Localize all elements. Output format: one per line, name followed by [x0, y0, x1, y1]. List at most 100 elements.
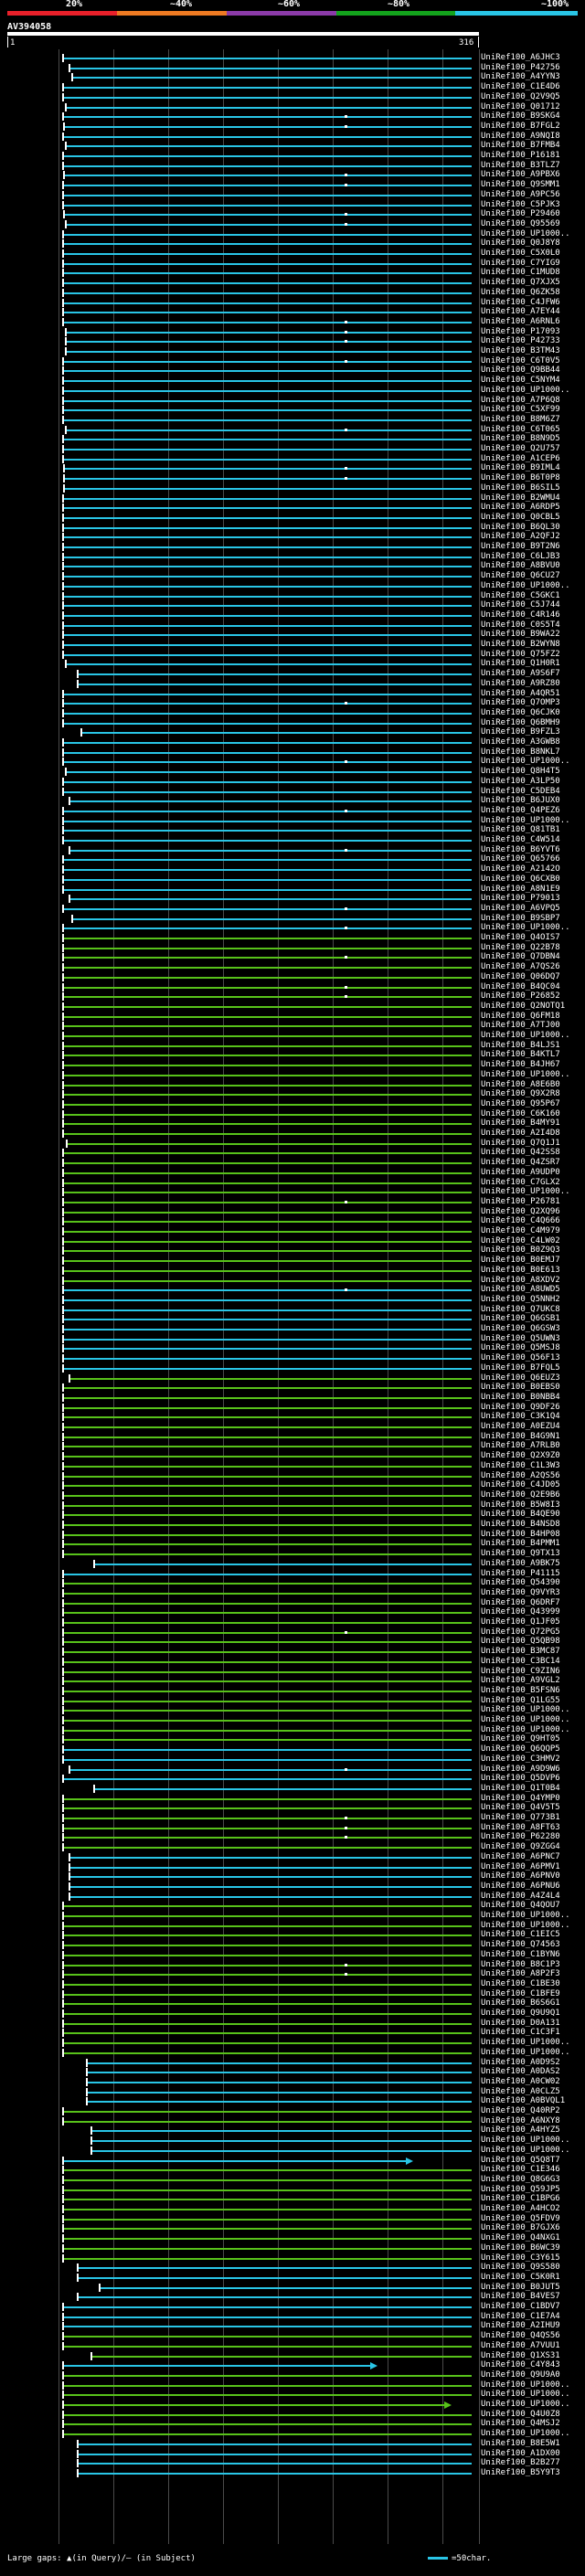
hit-label[interactable]: UniRef100_Q75FZ2	[481, 650, 560, 659]
hit-label[interactable]: UniRef100_UP1000..	[481, 1921, 570, 1930]
hit-alignment-line[interactable]	[64, 1465, 472, 1468]
hit-label[interactable]: UniRef100_C1E4D6	[481, 82, 560, 91]
hit-row[interactable]: UniRef100_Q59JP5	[0, 2185, 585, 2194]
hit-row[interactable]: UniRef100_UP1000..	[0, 386, 585, 395]
hit-label[interactable]: UniRef100_B4JH67	[481, 1060, 560, 1069]
hit-label[interactable]: UniRef100_C6T0V5	[481, 356, 560, 366]
hit-label[interactable]: UniRef100_B0NBB4	[481, 1393, 560, 1402]
hit-row[interactable]: UniRef100_Q43999	[0, 1607, 585, 1617]
hit-alignment-line[interactable]	[66, 331, 472, 334]
hit-label[interactable]: UniRef100_Q5NNH2	[481, 1295, 560, 1304]
hit-alignment-line[interactable]	[70, 800, 472, 803]
hit-row[interactable]: UniRef100_UP1000..	[0, 581, 585, 590]
hit-label[interactable]: UniRef100_A3LP50	[481, 777, 560, 786]
hit-row[interactable]: UniRef100_UP1000..	[0, 2136, 585, 2146]
hit-alignment-line[interactable]	[64, 2433, 472, 2436]
hit-label[interactable]: UniRef100_Q95P67	[481, 1099, 560, 1108]
hit-row[interactable]: UniRef100_C1E346	[0, 2165, 585, 2175]
hit-row[interactable]: UniRef100_Q4U0Z8	[0, 2410, 585, 2419]
hit-label[interactable]: UniRef100_Q42SS8	[481, 1148, 560, 1157]
hit-row[interactable]: UniRef100_C1E7A4	[0, 2312, 585, 2321]
hit-row[interactable]: UniRef100_Q2X9Z0	[0, 1451, 585, 1461]
hit-row[interactable]: UniRef100_P26852	[0, 991, 585, 1002]
hit-row[interactable]: UniRef100_B0E613	[0, 1266, 585, 1275]
hit-row[interactable]: UniRef100_Q9ZGG4	[0, 1842, 585, 1852]
hit-alignment-line[interactable]	[64, 1573, 472, 1575]
hit-alignment-line[interactable]	[64, 1319, 472, 1321]
hit-row[interactable]: UniRef100_Q75FZ2	[0, 650, 585, 659]
hit-label[interactable]: UniRef100_B2B277	[481, 2458, 560, 2467]
hit-row[interactable]: UniRef100_B9IML4	[0, 463, 585, 473]
hit-row[interactable]: UniRef100_P42733	[0, 336, 585, 346]
hit-label[interactable]: UniRef100_B2WMU4	[481, 493, 560, 503]
hit-row[interactable]: UniRef100_B7FQL5	[0, 1363, 585, 1373]
hit-row[interactable]: UniRef100_C1EIC5	[0, 1930, 585, 1940]
hit-label[interactable]: UniRef100_B0JUT5	[481, 2283, 560, 2292]
hit-label[interactable]: UniRef100_Q9SMM1	[481, 180, 560, 189]
hit-alignment-line[interactable]	[64, 526, 472, 529]
hit-label[interactable]: UniRef100_A0DAS2	[481, 2067, 560, 2076]
hit-row[interactable]: UniRef100_C5X0L0	[0, 249, 585, 258]
hit-label[interactable]: UniRef100_A3GWB8	[481, 737, 560, 747]
hit-alignment-line[interactable]	[64, 96, 472, 99]
hit-alignment-line[interactable]	[64, 1974, 472, 1977]
hit-alignment-line[interactable]	[95, 1563, 472, 1565]
hit-row[interactable]: UniRef100_P16181	[0, 151, 585, 160]
hit-label[interactable]: UniRef100_A4YYN3	[481, 72, 560, 81]
hit-alignment-line[interactable]	[64, 780, 472, 783]
hit-alignment-line[interactable]	[64, 996, 472, 999]
hit-label[interactable]: UniRef100_B6S6G1	[481, 1998, 560, 2008]
hit-alignment-line[interactable]	[64, 653, 472, 656]
hit-label[interactable]: UniRef100_B4LJS1	[481, 1041, 560, 1050]
hit-alignment-line[interactable]	[64, 947, 472, 949]
hit-alignment-line[interactable]	[64, 1915, 472, 1917]
hit-alignment-line[interactable]	[64, 1162, 472, 1165]
hit-row[interactable]: UniRef100_B8NKL7	[0, 747, 585, 757]
hit-row[interactable]: UniRef100_A7VUU1	[0, 2341, 585, 2350]
hit-label[interactable]: UniRef100_A0CLZ5	[481, 2087, 560, 2096]
hit-row[interactable]: UniRef100_A4YYN3	[0, 72, 585, 82]
hit-label[interactable]: UniRef100_B0Z9Q3	[481, 1246, 560, 1255]
hit-row[interactable]: UniRef100_C9ZIN6	[0, 1667, 585, 1676]
hit-row[interactable]: UniRef100_Q7XJX5	[0, 278, 585, 288]
hit-alignment-line[interactable]	[64, 1631, 472, 1634]
hit-label[interactable]: UniRef100_Q6BMH9	[481, 718, 560, 727]
hit-label[interactable]: UniRef100_B8M6Z7	[481, 415, 560, 424]
hit-label[interactable]: UniRef100_Q72PG5	[481, 1627, 560, 1637]
hit-row[interactable]: UniRef100_UP1000..	[0, 757, 585, 767]
hit-label[interactable]: UniRef100_Q5FDV9	[481, 2214, 560, 2223]
hit-alignment-line[interactable]	[64, 967, 472, 970]
hit-row[interactable]: UniRef100_C0S5T4	[0, 620, 585, 630]
hit-alignment-line[interactable]	[64, 2013, 472, 2015]
hit-row[interactable]: UniRef100_Q7DBN4	[0, 952, 585, 962]
hit-row[interactable]: UniRef100_B4JH67	[0, 1060, 585, 1070]
hit-row[interactable]: UniRef100_B9FZL3	[0, 727, 585, 737]
hit-label[interactable]: UniRef100_B9FZL3	[481, 727, 560, 737]
hit-row[interactable]: UniRef100_Q9DF26	[0, 1403, 585, 1412]
hit-row[interactable]: UniRef100_C1BDV7	[0, 2302, 585, 2311]
hit-alignment-line[interactable]	[70, 1768, 472, 1771]
hit-label[interactable]: UniRef100_UP1000..	[481, 1705, 570, 1714]
hit-alignment-line[interactable]	[66, 341, 472, 344]
hit-alignment-line[interactable]	[92, 2355, 472, 2358]
hit-alignment-line[interactable]	[64, 360, 472, 363]
hit-row[interactable]: UniRef100_B4QC04	[0, 982, 585, 991]
hit-label[interactable]: UniRef100_Q0J8Y8	[481, 239, 560, 248]
hit-row[interactable]: UniRef100_Q6EUZ3	[0, 1373, 585, 1383]
hit-row[interactable]: UniRef100_Q8H4T5	[0, 767, 585, 777]
hit-label[interactable]: UniRef100_B4MY91	[481, 1118, 560, 1128]
hit-label[interactable]: UniRef100_B4QC04	[481, 982, 560, 991]
hit-alignment-line[interactable]	[64, 820, 472, 822]
hit-alignment-line[interactable]	[64, 742, 472, 744]
hit-row[interactable]: UniRef100_B8M6Z7	[0, 415, 585, 424]
hit-label[interactable]: UniRef100_Q6EUZ3	[481, 1373, 560, 1383]
hit-alignment-line[interactable]	[64, 1123, 472, 1126]
hit-row[interactable]: UniRef100_B0EMJ7	[0, 1256, 585, 1266]
hit-row[interactable]: UniRef100_A4Z4L4	[0, 1892, 585, 1901]
hit-alignment-line[interactable]	[64, 1690, 472, 1692]
hit-row[interactable]: UniRef100_C5NYM4	[0, 376, 585, 386]
hit-row[interactable]: UniRef100_B4NSD8	[0, 1520, 585, 1529]
hit-row[interactable]: UniRef100_C5DEB4	[0, 787, 585, 796]
hit-row[interactable]: UniRef100_Q54390	[0, 1578, 585, 1588]
hit-alignment-line[interactable]	[64, 1211, 472, 1214]
